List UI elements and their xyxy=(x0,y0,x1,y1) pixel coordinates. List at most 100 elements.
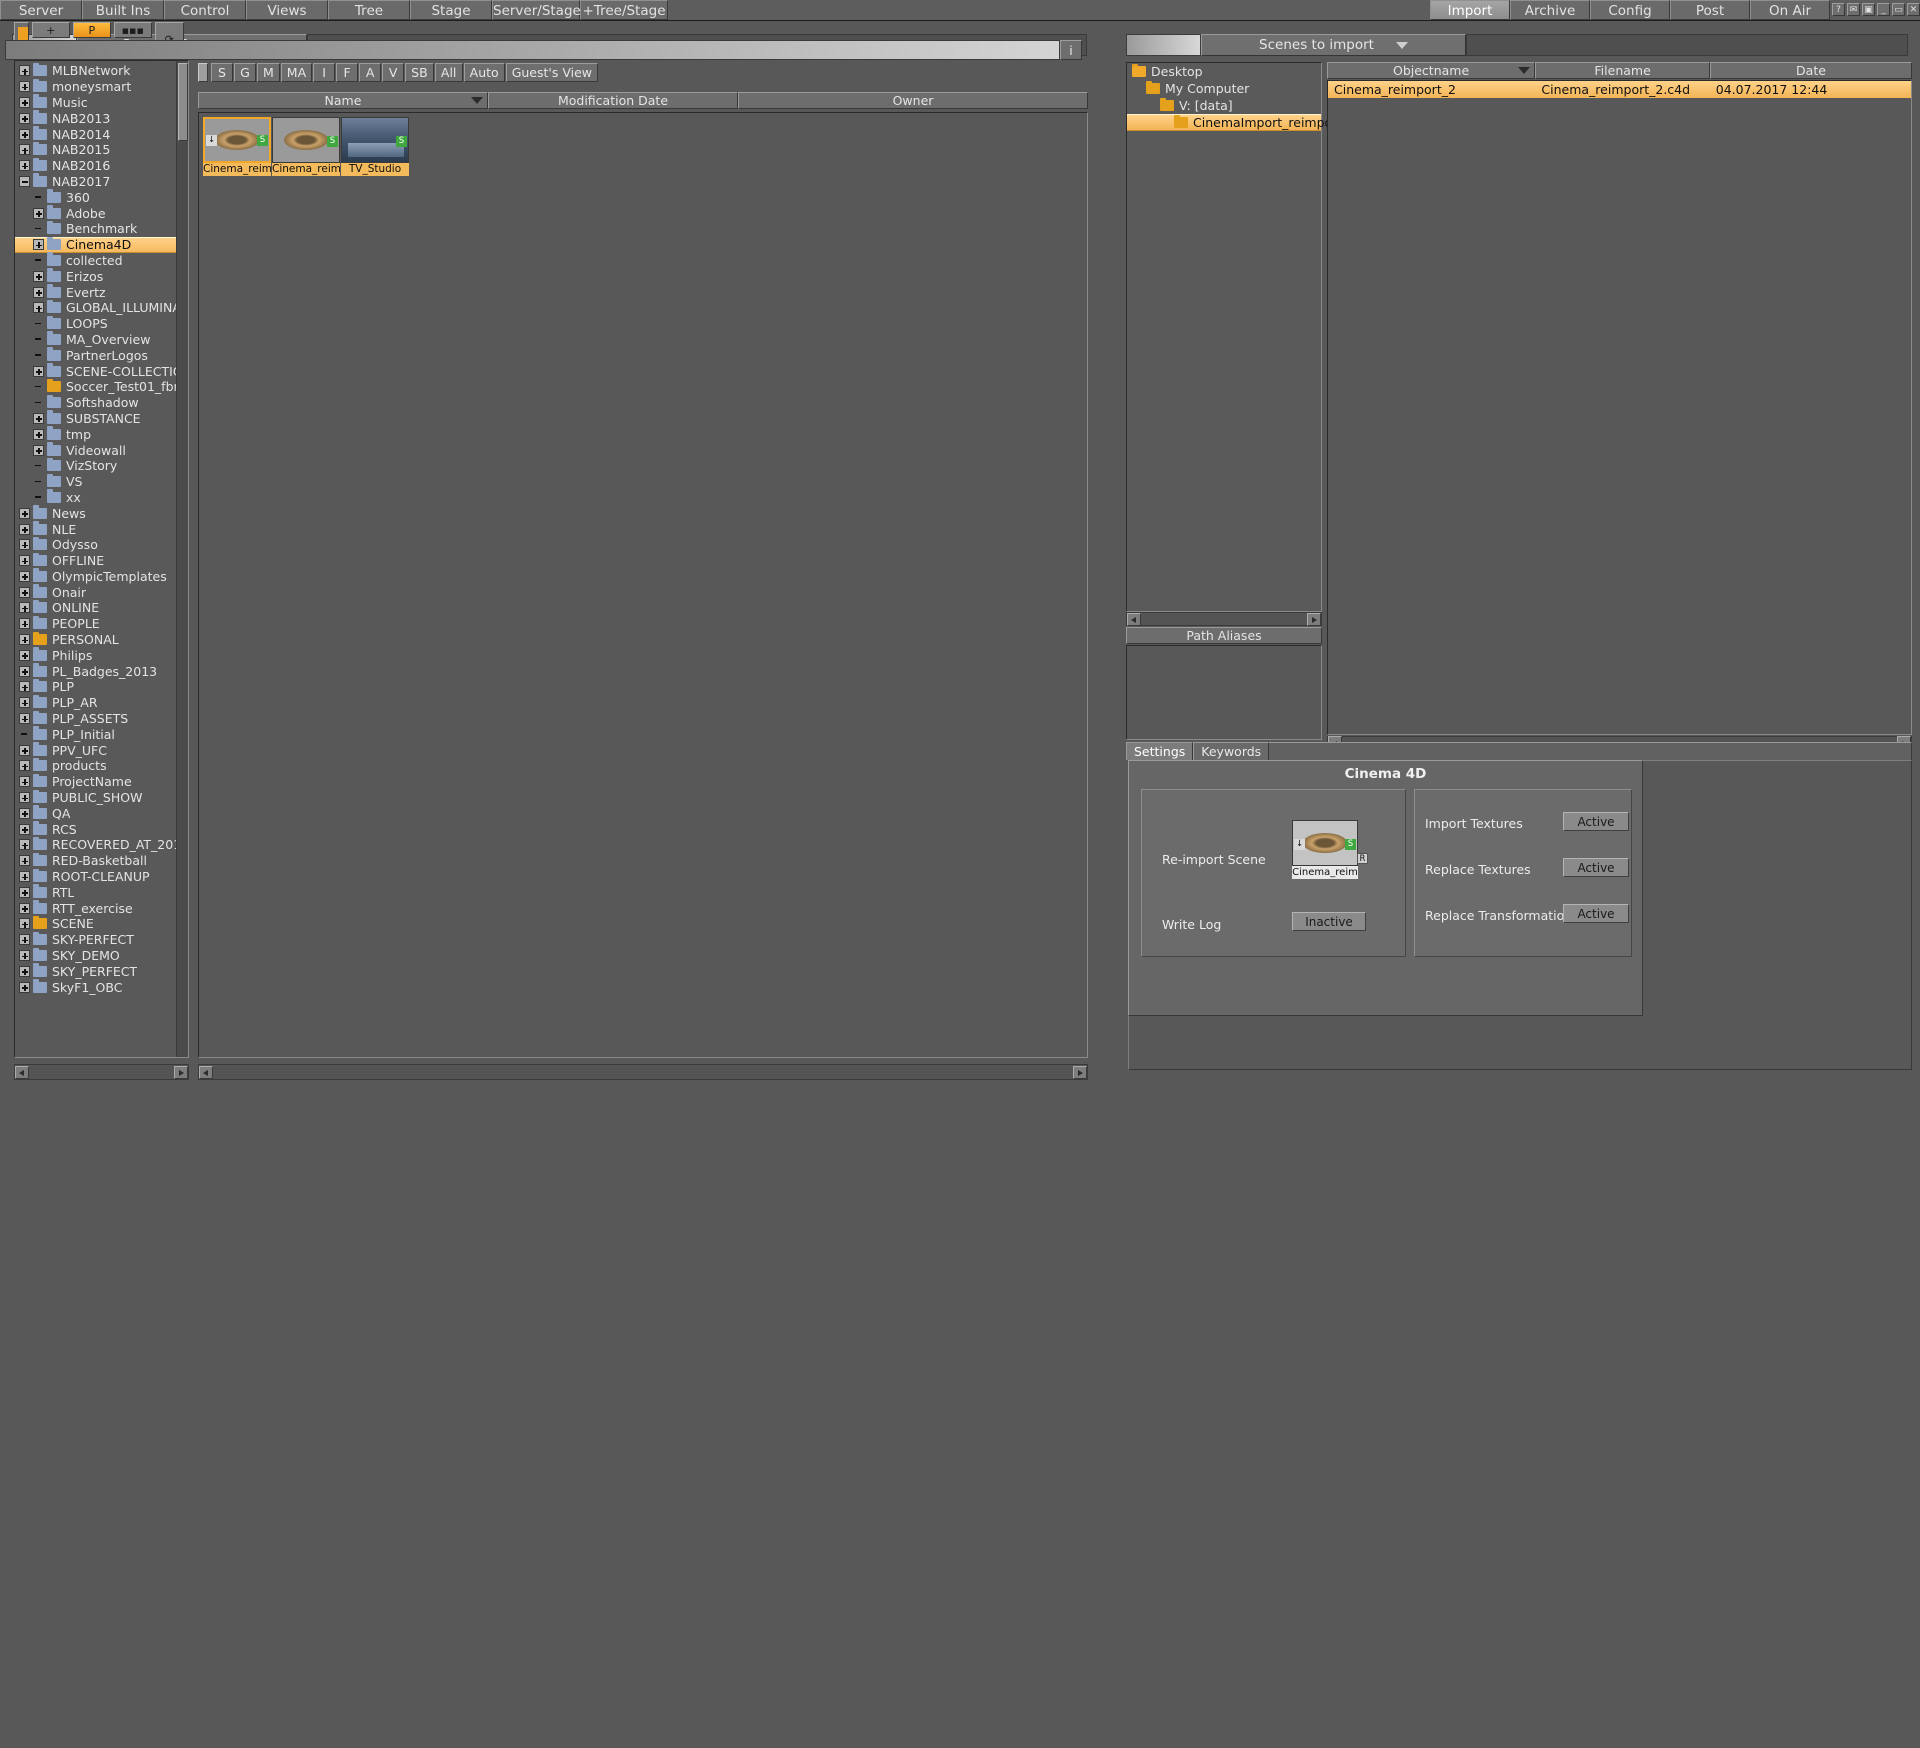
tree-item[interactable]: Erizos xyxy=(15,268,176,284)
expander-plus-icon[interactable] xyxy=(19,81,30,92)
tree-item[interactable]: tmp xyxy=(15,426,176,442)
expander-plus-icon[interactable] xyxy=(19,97,30,108)
menu-item-control[interactable]: Control xyxy=(164,0,246,20)
sort-descending-icon[interactable] xyxy=(1518,67,1530,74)
tree-item[interactable]: LOOPS xyxy=(15,316,176,332)
tree-item[interactable]: SKY-PERFECT xyxy=(15,932,176,948)
import-tree-item[interactable]: Desktop xyxy=(1127,63,1321,80)
tree-item[interactable]: NAB2014 xyxy=(15,126,176,142)
column-header-name[interactable]: Name xyxy=(198,92,488,109)
tree-item[interactable]: SKY_PERFECT xyxy=(15,963,176,979)
info-icon[interactable]: i xyxy=(1060,40,1082,60)
expander-plus-icon[interactable] xyxy=(33,302,44,313)
help-icon[interactable]: ? xyxy=(1832,3,1845,16)
filter-guest-s-view[interactable]: Guest's View xyxy=(506,63,598,82)
tree-item[interactable]: PLP_Initial xyxy=(15,726,176,742)
tree-item[interactable]: NAB2016 xyxy=(15,158,176,174)
tree-vertical-scrollbar[interactable] xyxy=(176,61,188,1057)
scroll-left-icon[interactable] xyxy=(15,1066,29,1079)
tree-item[interactable]: Evertz xyxy=(15,284,176,300)
close-icon[interactable]: ✕ xyxy=(1907,3,1920,16)
tree-item[interactable]: Cinema4D xyxy=(15,237,176,253)
tree-item[interactable]: 360 xyxy=(15,189,176,205)
tree-item[interactable]: PLP xyxy=(15,679,176,695)
sort-descending-icon[interactable] xyxy=(471,97,483,104)
filter-grip-handle[interactable] xyxy=(198,63,208,82)
expander-plus-icon[interactable] xyxy=(19,982,30,993)
menu-item-server[interactable]: Server xyxy=(0,0,82,20)
import-tree-horizontal-scrollbar[interactable] xyxy=(1126,612,1322,626)
restore-icon[interactable]: ▭ xyxy=(1892,3,1905,16)
tree-item[interactable]: Music xyxy=(15,95,176,111)
tree-item[interactable]: PL_Badges_2013 xyxy=(15,663,176,679)
tree-item[interactable]: Odysso xyxy=(15,537,176,553)
import-list-body[interactable]: Cinema_reimport_2Cinema_reimport_2.c4d04… xyxy=(1327,80,1912,735)
scroll-right-icon[interactable] xyxy=(174,1066,188,1079)
expander-plus-icon[interactable] xyxy=(19,934,30,945)
tree-item[interactable]: SKY_DEMO xyxy=(15,948,176,964)
tab-settings[interactable]: Settings xyxy=(1126,742,1193,760)
import-tree-item[interactable]: CinemaImport_reimport xyxy=(1127,114,1321,131)
expander-plus-icon[interactable] xyxy=(19,697,30,708)
add-button[interactable]: + xyxy=(32,22,70,38)
import-tree-item[interactable]: My Computer xyxy=(1127,80,1321,97)
expander-plus-icon[interactable] xyxy=(33,239,44,250)
tree-item[interactable]: RTT_exercise xyxy=(15,900,176,916)
window-icon[interactable]: ▣ xyxy=(1862,3,1875,16)
expander-plus-icon[interactable] xyxy=(19,539,30,550)
menu-item-tree-stage[interactable]: +Tree/Stage xyxy=(580,0,668,20)
right-tab-scenes-to-import[interactable]: Scenes to import xyxy=(1201,34,1466,56)
reimport-thumb-image[interactable]: S ↓ xyxy=(1292,820,1358,866)
p-button[interactable]: P xyxy=(73,22,111,38)
right-tab-stub[interactable] xyxy=(1126,34,1201,56)
expander-plus-icon[interactable] xyxy=(19,918,30,929)
scroll-right-icon[interactable] xyxy=(1073,1066,1087,1079)
scroll-left-icon[interactable] xyxy=(1127,613,1141,626)
tree-item[interactable]: SCENE xyxy=(15,916,176,932)
expander-plus-icon[interactable] xyxy=(33,287,44,298)
tree-item[interactable]: Videowall xyxy=(15,442,176,458)
expander-plus-icon[interactable] xyxy=(19,634,30,645)
expander-plus-icon[interactable] xyxy=(19,129,30,140)
tree-item[interactable]: NAB2017 xyxy=(15,174,176,190)
tab-keywords[interactable]: Keywords xyxy=(1193,742,1269,760)
filter-a[interactable]: A xyxy=(359,63,381,82)
tree-item[interactable]: Onair xyxy=(15,584,176,600)
expander-plus-icon[interactable] xyxy=(19,681,30,692)
tree-item[interactable]: Adobe xyxy=(15,205,176,221)
filter-m[interactable]: M xyxy=(257,63,280,82)
chevron-down-icon[interactable] xyxy=(1396,42,1408,49)
minimize-icon[interactable]: _ xyxy=(1877,3,1890,16)
expander-plus-icon[interactable] xyxy=(33,208,44,219)
expander-plus-icon[interactable] xyxy=(19,745,30,756)
scroll-left-icon[interactable] xyxy=(199,1066,213,1079)
option-toggle-replace-transformation[interactable]: Active xyxy=(1563,904,1629,923)
expander-plus-icon[interactable] xyxy=(19,555,30,566)
expander-plus-icon[interactable] xyxy=(19,113,30,124)
tree-item[interactable]: Benchmark xyxy=(15,221,176,237)
tree-item[interactable]: NLE xyxy=(15,521,176,537)
tree-item[interactable]: PUBLIC_SHOW xyxy=(15,790,176,806)
column-header-modification-date[interactable]: Modification Date xyxy=(488,92,738,109)
expander-plus-icon[interactable] xyxy=(19,508,30,519)
import-column-header-objectname[interactable]: Objectname xyxy=(1327,62,1535,79)
import-column-header-filename[interactable]: Filename xyxy=(1535,62,1710,79)
expander-plus-icon[interactable] xyxy=(19,966,30,977)
scene-thumbnail-area[interactable]: S↓Cinema_reimSCinema_reimSTV_Studio xyxy=(198,112,1088,1058)
expander-minus-icon[interactable] xyxy=(19,176,30,187)
expander-plus-icon[interactable] xyxy=(19,855,30,866)
tree-item[interactable]: SkyF1_OBC xyxy=(15,979,176,995)
menu-item-stage[interactable]: Stage xyxy=(410,0,492,20)
filter-s[interactable]: S xyxy=(211,63,233,82)
expander-plus-icon[interactable] xyxy=(19,713,30,724)
mail-icon[interactable]: ✉ xyxy=(1847,3,1860,16)
expander-plus-icon[interactable] xyxy=(33,429,44,440)
column-header-owner[interactable]: Owner xyxy=(738,92,1088,109)
filter-all[interactable]: All xyxy=(435,63,463,82)
tree-item[interactable]: PEOPLE xyxy=(15,616,176,632)
path-aliases-body[interactable] xyxy=(1126,645,1322,740)
menu-item-server-stage[interactable]: Server/Stage xyxy=(492,0,580,20)
menu-item-config[interactable]: Config xyxy=(1590,0,1670,20)
expander-plus-icon[interactable] xyxy=(19,887,30,898)
expander-plus-icon[interactable] xyxy=(19,144,30,155)
